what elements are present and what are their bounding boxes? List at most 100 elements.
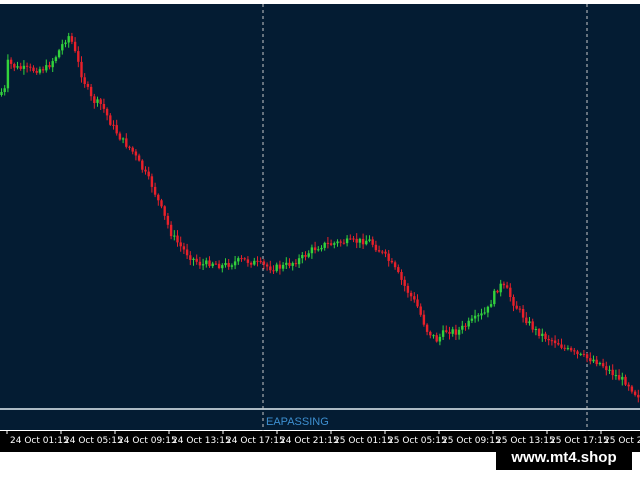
candle-body <box>105 108 109 116</box>
candle-body <box>176 235 179 243</box>
candle-body <box>390 260 394 263</box>
candle-body <box>150 176 154 187</box>
candle-body <box>153 186 157 195</box>
candle-body <box>144 169 147 172</box>
candle-body <box>25 65 29 67</box>
candle-body <box>451 329 454 334</box>
candle-body <box>253 260 256 265</box>
candle-body <box>329 243 333 245</box>
candle-body <box>61 44 64 51</box>
x-tick-label: 24 Oct 13:15 <box>172 436 231 446</box>
x-tick-label: 24 Oct 17:15 <box>226 436 285 446</box>
candle-body <box>121 138 125 140</box>
candle-body <box>35 71 38 73</box>
candle-body <box>614 375 618 377</box>
candle-body <box>598 363 602 365</box>
x-tick-label: 24 Oct 05:15 <box>64 436 123 446</box>
candle-body <box>125 138 128 147</box>
candle-body <box>489 304 493 307</box>
candle-body <box>445 330 448 332</box>
candle-body <box>371 239 374 245</box>
candle-body <box>547 339 550 341</box>
candle-body <box>342 242 346 244</box>
candle-body <box>531 321 534 330</box>
candle-body <box>512 297 515 306</box>
candle-body <box>141 160 144 170</box>
candle-body <box>205 260 208 265</box>
candle-body <box>541 333 544 336</box>
candle-body <box>297 258 301 265</box>
x-tick-label: 25 Oct 05:15 <box>388 436 447 446</box>
candle-body <box>377 250 381 252</box>
candle-body <box>83 77 86 84</box>
candle-body <box>160 200 163 207</box>
candle-body <box>304 255 307 257</box>
candle-body <box>3 88 6 92</box>
candle-body <box>621 376 624 380</box>
candle-body <box>32 67 35 71</box>
x-tick-label: 25 Oct 21:15 <box>604 436 640 446</box>
candle-body <box>419 306 422 315</box>
candle-body <box>637 394 640 398</box>
candle-body <box>505 285 509 288</box>
candle-body <box>633 391 637 395</box>
candle-body <box>227 263 230 267</box>
candle-body <box>211 263 214 267</box>
candle-body <box>179 242 182 247</box>
candle-body <box>393 262 397 268</box>
candle-body <box>240 258 243 260</box>
candle-body <box>6 59 10 89</box>
candle-body <box>256 260 259 262</box>
candle-body <box>118 133 122 140</box>
candle-body <box>201 264 205 266</box>
candle-body <box>217 263 221 269</box>
candle-body <box>189 255 192 260</box>
candle-body <box>285 262 288 265</box>
candle-body <box>157 194 160 201</box>
candle-body <box>333 243 336 245</box>
candle-body <box>400 272 403 280</box>
candle-body <box>467 320 470 327</box>
candle-body <box>438 336 442 342</box>
candle-body <box>45 65 48 71</box>
candle-body <box>51 61 54 68</box>
candle-body <box>477 315 480 317</box>
candle-body <box>560 344 563 348</box>
x-tick-label: 24 Oct 01:15 <box>10 436 69 446</box>
indicator-label: EAPASSING <box>266 416 329 428</box>
candle-body <box>566 348 570 350</box>
candle-body <box>29 66 32 68</box>
candle-body <box>221 265 224 269</box>
candle-body <box>425 324 429 332</box>
candle-body <box>579 353 582 355</box>
candle-body <box>441 330 445 337</box>
candle-body <box>518 308 522 310</box>
candle-body <box>259 261 262 263</box>
candle-body <box>365 240 368 245</box>
candle-body <box>272 270 275 272</box>
candle-body <box>163 206 166 216</box>
x-tick-label: 25 Oct 01:15 <box>334 436 393 446</box>
candle-body <box>278 264 282 269</box>
candle-body <box>630 386 634 392</box>
candle-body <box>233 261 237 266</box>
candle-body <box>534 329 538 330</box>
candle-body <box>214 263 218 265</box>
candle-body <box>16 66 19 68</box>
candle-body <box>557 343 560 345</box>
candle-body <box>265 264 269 267</box>
candle-body <box>473 315 477 319</box>
candle-body <box>339 241 342 243</box>
candle-body <box>182 246 186 250</box>
candle-body <box>502 283 506 286</box>
x-tick-label: 25 Oct 13:15 <box>496 436 555 446</box>
candle-body <box>480 313 483 316</box>
candle-body <box>448 331 451 334</box>
candle-body <box>493 290 496 305</box>
chart-canvas: EAPASSING 24 Oct 01:1524 Oct 05:15 24 Oct… <box>0 4 640 452</box>
candle-body <box>409 292 413 297</box>
candle-body <box>569 348 573 351</box>
candle-body <box>0 92 3 95</box>
watermark-badge: www.mt4.shop <box>496 446 632 470</box>
candle-body <box>262 261 266 265</box>
